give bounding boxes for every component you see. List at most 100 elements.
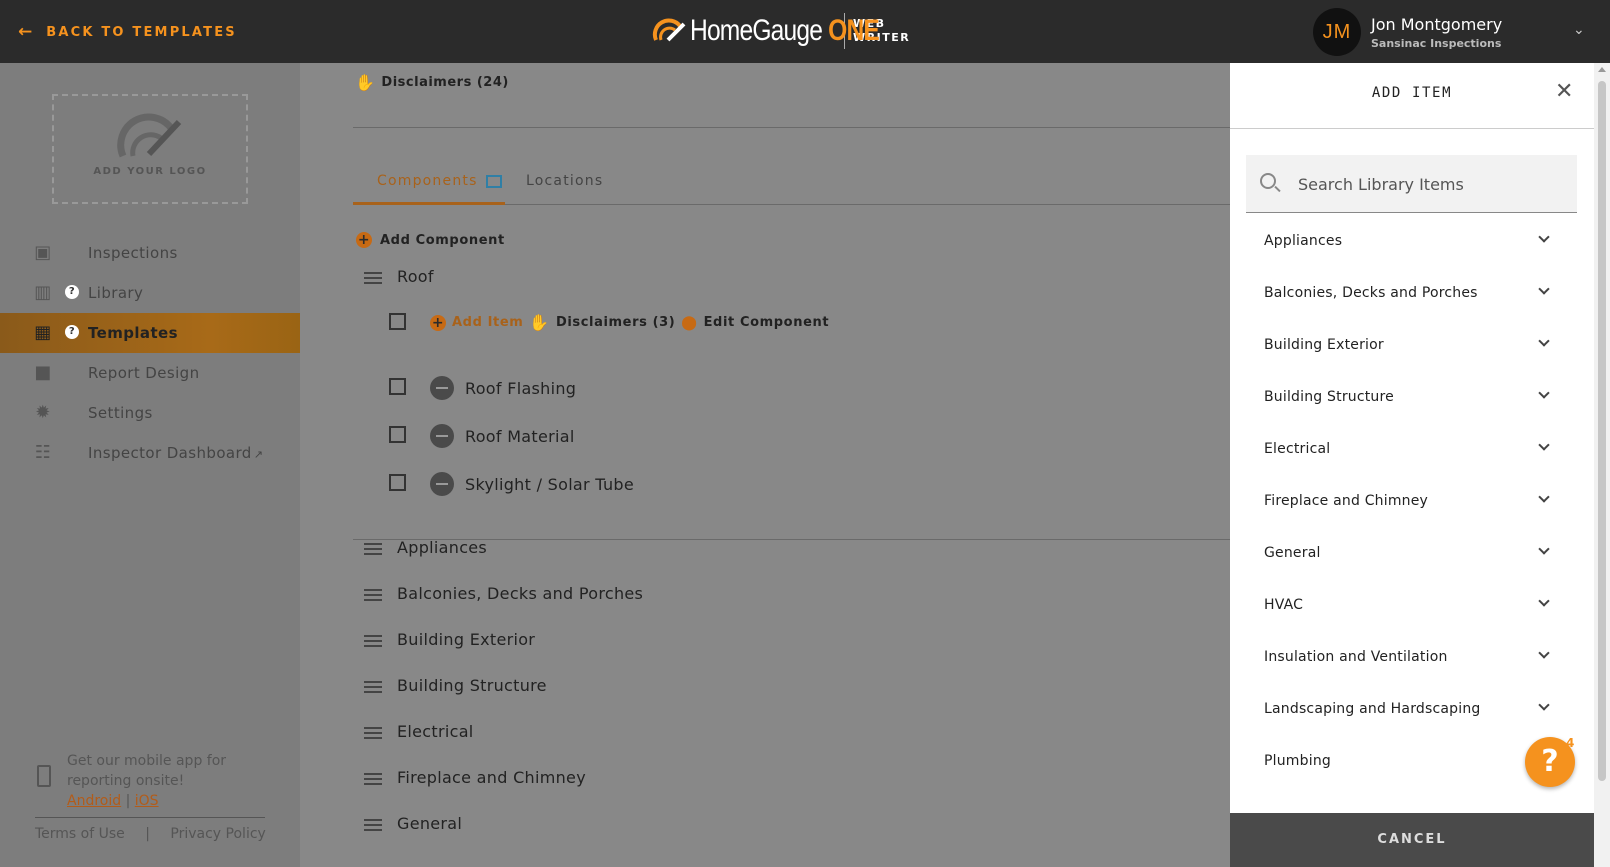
brand-logo: HomeGauge ONE WEB WRITER [652,12,910,50]
chevron-down-icon [1538,595,1550,607]
library-category[interactable]: Building Structure [1230,387,1594,441]
checkbox[interactable] [389,474,406,491]
drag-handle-icon[interactable] [364,681,382,693]
privacy-link[interactable]: Privacy Policy [170,826,265,842]
scroll-up-icon[interactable] [1598,67,1606,72]
brand-wordmark: HomeGauge ONE [690,14,880,48]
component-row[interactable]: General [356,814,756,838]
template-disclaimers-link[interactable]: ✋ Disclaimers (24) [355,73,509,92]
tab-components[interactable]: Components [377,173,502,189]
library-category[interactable]: Balconies, Decks and Porches [1230,283,1594,337]
chevron-down-icon[interactable]: ⌄ [1573,22,1585,38]
table-icon: ▦ [34,322,52,343]
drag-handle-icon[interactable] [364,727,382,739]
library-category[interactable]: Appliances [1230,231,1594,285]
dashboard-label-text: Inspector Dashboard [88,444,252,462]
library-category[interactable]: General [1230,543,1594,597]
android-link[interactable]: Android [67,793,121,809]
sidebar-item-label: Report Design [88,364,200,382]
plus-icon: + [356,232,372,248]
sidebar-item-label: Inspector Dashboard ↗ [88,444,263,462]
chevron-down-icon [1538,543,1550,555]
help-icon[interactable]: ? [65,285,79,299]
list-item[interactable]: Skylight / Solar Tube [430,471,634,497]
remove-icon[interactable] [430,424,454,448]
help-icon[interactable]: ? [65,325,79,339]
library-category[interactable]: Insulation and Ventilation [1230,647,1594,701]
back-to-templates-link[interactable]: ← BACK TO TEMPLATES [18,22,237,42]
library-category[interactable]: Building Exterior [1230,335,1594,389]
terms-link[interactable]: Terms of Use [35,826,125,842]
component-row[interactable]: Appliances [356,538,756,562]
close-icon[interactable]: ✕ [1555,79,1573,104]
mobile-app-text: Get our mobile app for reporting onsite!… [67,753,227,809]
remove-icon[interactable] [430,376,454,400]
avatar: JM [1313,8,1361,56]
list-item[interactable]: Roof Flashing [430,375,576,401]
item-label: Roof Material [465,426,575,446]
top-bar: ← BACK TO TEMPLATES HomeGauge ONE WEB WRI… [0,0,1610,63]
item-label: Skylight / Solar Tube [465,474,634,494]
user-name: Jon Montgomery [1371,14,1503,34]
drag-handle-icon[interactable] [364,589,382,601]
gauge-icon [117,113,182,158]
chevron-down-icon [1538,647,1550,659]
component-name: Building Structure [397,676,547,695]
tab-locations[interactable]: Locations [526,173,603,189]
drag-handle-icon[interactable] [364,543,382,555]
sidebar-item-inspector-dashboard[interactable]: ☷ Inspector Dashboard ↗ [0,433,300,473]
component-row[interactable]: Electrical [356,722,756,746]
checkbox[interactable] [389,313,406,330]
component-name: General [397,814,463,833]
category-label: Insulation and Ventilation [1264,649,1448,665]
component-roof[interactable]: Roof [356,267,656,291]
legal-links: Terms of Use | Privacy Policy [35,826,282,842]
ios-link[interactable]: iOS [135,793,159,809]
component-name: Appliances [397,538,488,557]
library-category[interactable]: Electrical [1230,439,1594,493]
checkbox[interactable] [389,426,406,443]
sidebar-item-library[interactable]: ▥ ? Library [0,273,300,313]
component-row[interactable]: Fireplace and Chimney [356,768,756,792]
scrollbar-thumb[interactable] [1598,81,1606,781]
sidebar-item-inspections[interactable]: ▣ Inspections [0,233,300,273]
chevron-down-icon [1538,491,1550,503]
drag-handle-icon[interactable] [364,635,382,647]
remove-icon[interactable] [430,472,454,496]
clipboard-check-icon: ▣ [34,242,52,263]
component-row[interactable]: Building Structure [356,676,756,700]
sidebar-item-label: Library [88,284,144,302]
drag-handle-icon[interactable] [364,819,382,831]
checkbox[interactable] [389,378,406,395]
category-label: Appliances [1264,233,1343,249]
panel-header: ADD ITEM ✕ [1230,63,1594,129]
category-label: Plumbing [1264,753,1331,769]
library-category[interactable]: HVAC [1230,595,1594,649]
component-row[interactable]: Building Exterior [356,630,756,654]
drag-handle-icon[interactable] [364,272,382,284]
sidebar-item-settings[interactable]: ✹ Settings [0,393,300,433]
library-category[interactable]: Fireplace and Chimney [1230,491,1594,545]
chevron-down-icon [1538,699,1550,711]
sidebar-item-templates[interactable]: ▦ ? Templates [0,313,300,353]
user-info: Jon Montgomery Sansinac Inspections [1371,15,1502,50]
back-label: BACK TO TEMPLATES [46,24,237,40]
sidebar-item-report-design[interactable]: ■ Report Design [0,353,300,393]
add-logo-box[interactable]: ADD YOUR LOGO [52,94,248,204]
dashboard-icon: ☷ [34,442,52,463]
add-item-button[interactable]: Add Item [452,315,523,330]
add-component-button[interactable]: + Add Component [356,232,505,248]
list-item[interactable]: Roof Material [430,423,575,449]
user-menu[interactable]: JM Jon Montgomery Sansinac Inspections [1313,8,1502,56]
phone-icon [37,765,51,787]
disclaimers-label: Disclaimers (24) [381,75,509,90]
component-disclaimers-link[interactable]: Disclaimers (3) [556,315,675,330]
drag-handle-icon[interactable] [364,773,382,785]
edit-component-button[interactable]: Edit Component [704,315,830,330]
search-input[interactable] [1298,170,1568,198]
cancel-button[interactable]: CANCEL [1230,813,1594,867]
tabs: Components Locations [353,169,1230,205]
scrollbar[interactable] [1594,63,1610,867]
sidebar-item-label: Settings [88,404,153,422]
component-row[interactable]: Balconies, Decks and Porches [356,584,756,608]
